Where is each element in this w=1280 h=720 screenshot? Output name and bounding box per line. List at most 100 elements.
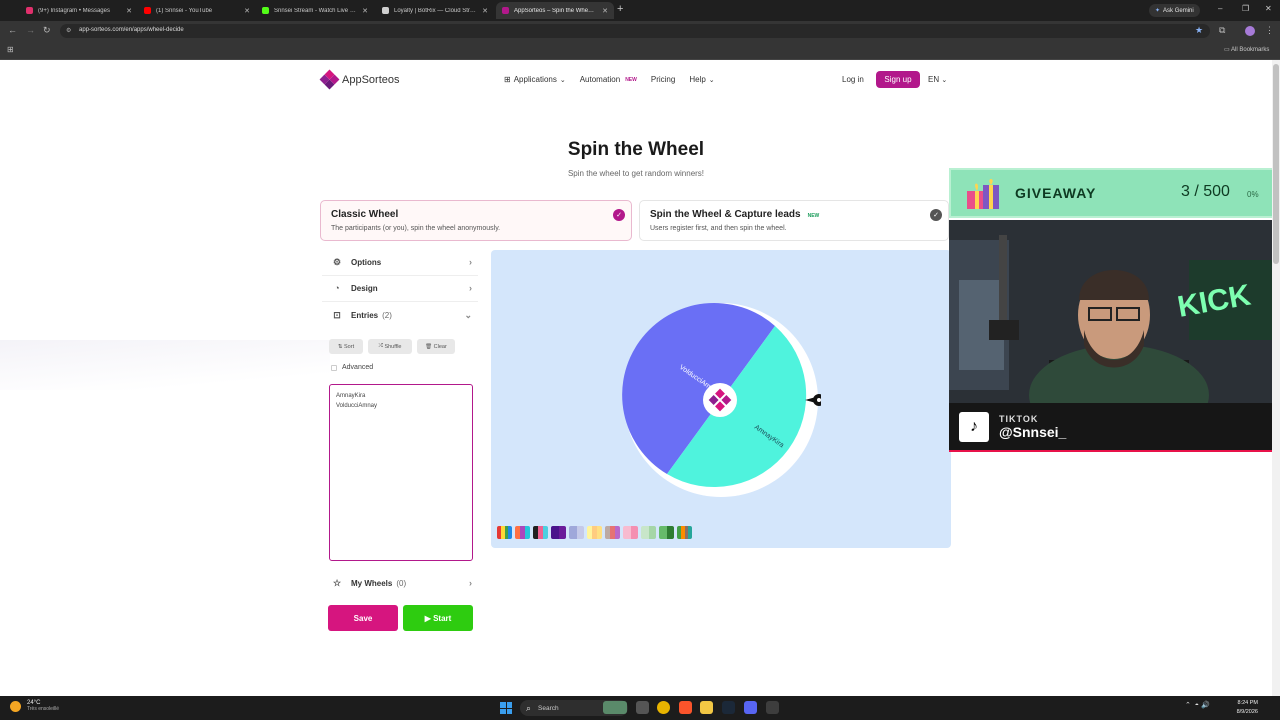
palette-swatch[interactable] xyxy=(515,526,530,539)
minimize-icon[interactable]: – xyxy=(1218,4,1222,13)
language-selector[interactable]: EN ⌄ xyxy=(928,75,947,84)
taskbar-clock[interactable]: 8:24 PM 8/9/2026 xyxy=(1230,699,1258,717)
palette-swatch[interactable] xyxy=(623,526,638,539)
page-title: Spin the Wheel xyxy=(567,139,705,160)
chevron-right-icon: › xyxy=(469,283,472,293)
chevron-right-icon: › xyxy=(469,578,472,588)
widgets-icon[interactable] xyxy=(603,701,627,714)
app-icon[interactable] xyxy=(766,701,779,714)
windows-start-icon[interactable] xyxy=(500,702,512,714)
chrome-icon[interactable] xyxy=(657,701,670,714)
close-icon[interactable]: ✕ xyxy=(602,7,608,15)
menu-icon[interactable]: ⋮ xyxy=(1265,25,1274,36)
profile-avatar[interactable] xyxy=(1245,26,1255,36)
sort-icon: ⇅ xyxy=(337,343,343,350)
clear-button[interactable]: 🗑 Clear xyxy=(417,339,455,354)
palette-swatch[interactable] xyxy=(551,526,566,539)
page-scrollbar[interactable] xyxy=(1272,60,1280,696)
palette-swatch[interactable] xyxy=(497,526,512,539)
palette-swatch[interactable] xyxy=(533,526,548,539)
entry-line: VolducciAmnay xyxy=(336,403,378,409)
entries-row[interactable]: ⊡ Entries (2) ⌄ xyxy=(322,303,478,327)
color-palette xyxy=(497,526,692,539)
wheel-center[interactable] xyxy=(703,383,737,417)
file-explorer-icon[interactable] xyxy=(700,701,713,714)
palette-swatch[interactable] xyxy=(587,526,602,539)
my-wheels-row[interactable]: ☆ My Wheels (0) › xyxy=(322,571,478,595)
all-bookmarks[interactable]: ▭ All Bookmarks xyxy=(1224,46,1269,53)
maximize-icon[interactable]: ❐ xyxy=(1242,4,1249,13)
entries-textarea[interactable]: AmnayKira VolducciAmnay xyxy=(329,384,473,561)
palette-swatch[interactable] xyxy=(569,526,584,539)
palette-icon: ◔ xyxy=(334,283,340,293)
main-nav: ⊞ Applications ⌄ Automation NEW Pricing Hel… xyxy=(504,75,729,84)
signup-button[interactable]: Sign up xyxy=(876,71,920,88)
bookmarks-bar: ⊞ ▭ All Bookmarks xyxy=(0,41,1280,60)
close-window-icon[interactable]: ✕ xyxy=(1265,4,1272,13)
browser-tab-kick[interactable]: Snnsei Stream - Watch Live on Kick✕ xyxy=(256,2,374,19)
back-icon[interactable]: ← xyxy=(8,25,17,35)
browser-tab-appsorteos[interactable]: AppSorteos – Spin the Wheel (Pi ✕ xyxy=(496,2,614,19)
instagram-icon xyxy=(26,7,33,14)
chevron-up-icon: ⌃ xyxy=(1185,702,1191,709)
system-tray[interactable]: ⌃ ◓ 🔊 xyxy=(1185,701,1210,709)
discord-icon[interactable] xyxy=(744,701,757,714)
site-info-icon[interactable]: ⚙ xyxy=(66,27,71,34)
apps-grid-icon[interactable]: ⊞ xyxy=(7,45,14,54)
youtube-icon xyxy=(144,7,151,14)
task-view-icon[interactable] xyxy=(636,701,649,714)
wheel-canvas-area[interactable]: VolducciAmnay AmnayKira xyxy=(491,250,951,548)
checkbox[interactable] xyxy=(331,364,337,371)
nav-pricing[interactable]: Pricing xyxy=(651,75,675,84)
chevron-down-icon: ⌄ xyxy=(559,76,566,84)
botrix-icon xyxy=(382,7,389,14)
sort-button[interactable]: ⇅ Sort xyxy=(329,339,363,354)
extensions-icon[interactable]: ⧉ xyxy=(1219,25,1225,36)
appsorteos-logo-icon xyxy=(319,69,340,90)
palette-swatch[interactable] xyxy=(677,526,692,539)
login-link[interactable]: Log in xyxy=(842,75,864,84)
background-decoration xyxy=(0,340,330,390)
design-row[interactable]: ◔ Design › xyxy=(322,276,478,300)
address-bar-row: ← → ↻ ⚙ app-sorteos.com/en/apps/wheel-de… xyxy=(0,21,1280,41)
brave-icon[interactable] xyxy=(679,701,692,714)
grid-icon: ⊞ xyxy=(504,75,511,84)
browser-tab-youtube[interactable]: (1) Snnsei - YouTube ✕ xyxy=(138,2,256,19)
steam-icon[interactable] xyxy=(722,701,735,714)
close-icon[interactable]: ✕ xyxy=(362,7,368,15)
palette-swatch[interactable] xyxy=(641,526,656,539)
palette-swatch[interactable] xyxy=(605,526,620,539)
close-icon[interactable]: ✕ xyxy=(126,7,132,15)
bookmark-star-icon[interactable]: ★ xyxy=(1195,25,1203,36)
site-logo[interactable]: AppSorteos xyxy=(319,69,399,90)
nav-help[interactable]: Help ⌄ xyxy=(689,75,714,84)
spin-wheel[interactable]: VolducciAmnay AmnayKira xyxy=(621,300,821,500)
shuffle-button[interactable]: ⤮ Shuffle xyxy=(368,339,412,354)
options-row[interactable]: ⚙ Options › xyxy=(322,250,478,274)
close-icon[interactable]: ✕ xyxy=(482,7,488,15)
gear-icon: ⚙ xyxy=(332,256,342,267)
new-tab-button[interactable]: + xyxy=(617,3,623,15)
nav-automation[interactable]: Automation NEW xyxy=(580,75,637,84)
mode-card-classic[interactable]: Classic Wheel The participants (or you),… xyxy=(320,200,632,241)
reload-icon[interactable]: ↻ xyxy=(43,25,51,36)
mode-card-capture-leads[interactable]: Spin the Wheel & Capture leads NEW Users … xyxy=(639,200,949,241)
tiktok-icon: ♪ xyxy=(959,412,989,442)
scrollbar-thumb[interactable] xyxy=(1273,64,1279,264)
gemini-icon: ✦ xyxy=(1155,8,1161,14)
browser-tab-botrix[interactable]: Loyalty | BotRix — Cloud Stream ✕ xyxy=(376,2,494,19)
start-button[interactable]: ▶ Start xyxy=(403,605,473,631)
chevron-down-icon: ⌄ xyxy=(941,77,948,84)
save-button[interactable]: Save xyxy=(328,605,398,631)
close-icon[interactable]: ✕ xyxy=(244,7,250,15)
browser-tab-instagram[interactable]: (9+) Instagram • Messages ✕ xyxy=(20,2,138,19)
ask-gemini-button[interactable]: ✦ Ask Gemini xyxy=(1149,4,1200,17)
advanced-toggle[interactable]: Advanced xyxy=(331,364,373,371)
check-icon: ✓ xyxy=(613,209,625,221)
forward-icon[interactable]: → xyxy=(26,25,35,35)
palette-swatch[interactable] xyxy=(659,526,674,539)
weather-widget[interactable]: 24°C Très ensoleillé xyxy=(10,700,59,712)
chevron-down-icon: ⌄ xyxy=(708,76,715,84)
nav-applications[interactable]: ⊞ Applications ⌄ xyxy=(504,75,566,84)
address-bar[interactable]: ⚙ app-sorteos.com/en/apps/wheel-decide xyxy=(60,24,1210,38)
